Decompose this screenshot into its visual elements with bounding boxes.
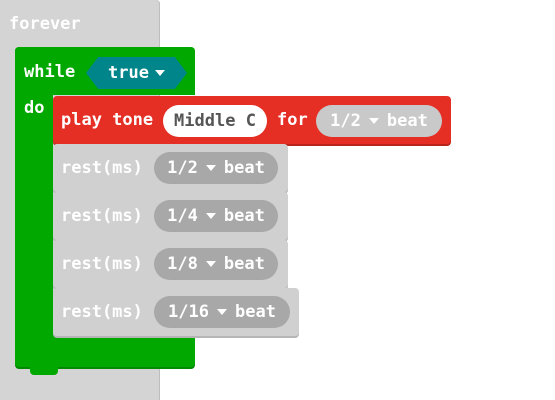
note-value: Middle C xyxy=(174,111,256,131)
rest-duration-value: 1/16 xyxy=(168,302,209,322)
rest-label: rest(ms) xyxy=(61,158,143,178)
rest-duration-value: 1/2 xyxy=(167,158,198,178)
play-tone-label: play tone xyxy=(61,110,154,130)
rest-label: rest(ms) xyxy=(61,302,143,322)
rest-duration-unit: beat xyxy=(223,206,265,226)
rest-label: rest(ms) xyxy=(61,254,143,274)
condition-value: true xyxy=(108,63,149,83)
chevron-down-icon xyxy=(205,213,216,219)
while-block-notch xyxy=(30,367,58,375)
while-block-left-rail[interactable] xyxy=(15,47,53,367)
chevron-down-icon xyxy=(368,118,379,124)
rest-duration-dropdown[interactable]: 1/16 beat xyxy=(154,296,290,328)
chevron-down-icon xyxy=(217,309,227,315)
rest-duration-dropdown[interactable]: 1/4 beat xyxy=(154,200,278,232)
tone-duration-value: 1/2 xyxy=(330,111,361,131)
rest-duration-dropdown[interactable]: 1/8 beat xyxy=(154,248,278,280)
rest-label: rest(ms) xyxy=(61,206,143,226)
rest-duration-unit: beat xyxy=(235,302,276,322)
tone-duration-unit: beat xyxy=(386,111,428,131)
note-field[interactable]: Middle C xyxy=(163,105,267,137)
chevron-down-icon xyxy=(205,261,216,267)
rest-duration-dropdown[interactable]: 1/2 beat xyxy=(154,152,278,184)
condition-dropdown[interactable]: true xyxy=(86,57,187,89)
rest-duration-unit: beat xyxy=(223,158,265,178)
chevron-down-icon xyxy=(154,70,165,76)
forever-label: forever xyxy=(9,14,81,34)
tone-duration-dropdown[interactable]: 1/2 beat xyxy=(316,105,442,137)
chevron-down-icon xyxy=(205,165,216,171)
while-label: while xyxy=(24,62,76,82)
while-block-footer[interactable] xyxy=(15,335,195,367)
for-label: for xyxy=(277,110,308,130)
rest-duration-value: 1/4 xyxy=(167,206,198,226)
do-label: do xyxy=(24,98,45,118)
rest-duration-unit: beat xyxy=(223,254,265,274)
rest-duration-value: 1/8 xyxy=(167,254,198,274)
